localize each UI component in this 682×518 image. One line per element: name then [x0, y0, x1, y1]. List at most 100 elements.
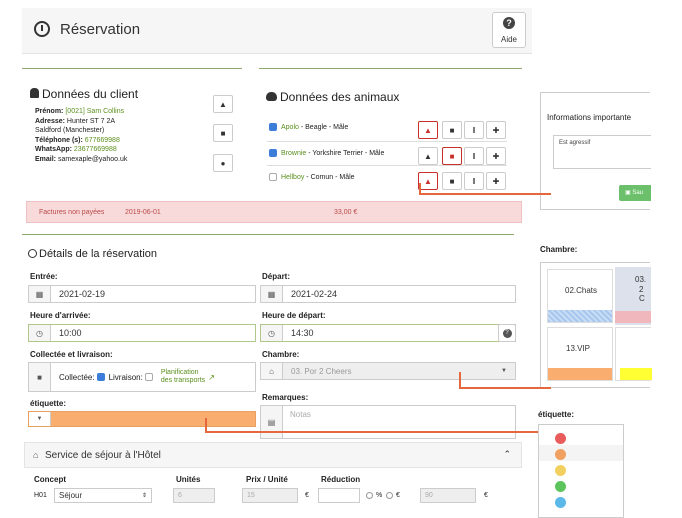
- client-info: Prénom: [0021] Sam Collins Adresse: Hunt…: [35, 107, 127, 164]
- chambre-label: Chambre:: [262, 350, 300, 359]
- planif-line2: des transports: [160, 377, 206, 384]
- client-email: samexaple@yahoo.uk: [57, 155, 128, 163]
- info-text: Est agressif: [559, 140, 591, 146]
- collectee-label: Collectée:: [59, 372, 95, 382]
- etiquette-select[interactable]: ▼: [28, 411, 256, 427]
- service-header[interactable]: ⌂ Service de séjour à l'Hôtel ⌃: [24, 442, 522, 468]
- arrivee-input[interactable]: ◷ 10:00: [28, 324, 256, 342]
- adresse-label: Adresse:: [35, 117, 65, 125]
- planif-line1: Planification: [160, 369, 199, 376]
- price-input[interactable]: 15: [242, 488, 298, 503]
- connector-line: [205, 418, 207, 432]
- total-input[interactable]: 90: [420, 488, 476, 503]
- remarques-textarea[interactable]: ▤ Notas: [260, 405, 516, 439]
- chevron-up-icon[interactable]: ⌃: [503, 449, 511, 460]
- warning-icon: ▲: [424, 125, 432, 135]
- help-button[interactable]: ? Aide: [492, 12, 526, 48]
- planif-link[interactable]: Planification des transports: [161, 369, 205, 385]
- row-code: H01: [34, 492, 47, 499]
- rooms-grid: 02.Chats 03. 2 C 13.VIP: [540, 262, 652, 388]
- collectee-checkbox[interactable]: [96, 373, 105, 381]
- reduction-input[interactable]: [318, 488, 360, 503]
- info-title: Informations importante: [547, 113, 632, 122]
- animal-warning-button[interactable]: ▲: [418, 121, 438, 139]
- client-location-button[interactable]: ●: [213, 154, 233, 172]
- room-name: 03.: [635, 275, 647, 284]
- units-input[interactable]: 6: [173, 488, 215, 503]
- total-currency: €: [484, 492, 488, 499]
- livraison-checkbox[interactable]: [144, 373, 153, 381]
- room-cell[interactable]: 13.VIP: [547, 327, 613, 381]
- heure-depart-input[interactable]: ◷ 14:30: [260, 324, 516, 342]
- animal-name[interactable]: Hellboy: [281, 174, 304, 181]
- details-divider: [22, 234, 514, 235]
- client-warning-button[interactable]: ▲: [213, 95, 233, 113]
- animal-name[interactable]: Brownie: [281, 150, 306, 157]
- room-cell[interactable]: 03. 2 C: [615, 267, 651, 325]
- warning-icon: ▲: [424, 151, 432, 161]
- animal-checkbox[interactable]: [269, 123, 277, 131]
- animal-photo-button[interactable]: ■: [442, 147, 462, 165]
- invoice-date: 2019-06-01: [125, 209, 161, 216]
- service-title: Service de séjour à l'Hôtel: [45, 450, 161, 461]
- invoice-amount: 33,00 €: [334, 209, 358, 216]
- client-transport-button[interactable]: ■: [213, 124, 233, 142]
- clock-hand: [41, 25, 43, 31]
- user-icon: [30, 88, 39, 98]
- tag-color-red[interactable]: [555, 433, 566, 444]
- tag-color-orange[interactable]: [555, 449, 566, 460]
- animal-health-button[interactable]: ✚: [486, 121, 506, 139]
- animal-desc: - Beagle - Mâle: [298, 123, 349, 131]
- unpaid-invoices-bar[interactable]: Factures non payées 2019-06-01 33,00 €: [26, 201, 522, 223]
- important-info-panel: Informations importante Est agressif ▣ S…: [540, 92, 651, 210]
- client-city: Saldford (Manchester): [35, 127, 105, 134]
- tel-label: Téléphone (s):: [35, 136, 83, 144]
- info-textarea[interactable]: Est agressif: [553, 135, 651, 169]
- animal-food-button[interactable]: ǁ: [464, 147, 484, 165]
- client-title-text: Données du client: [42, 87, 139, 101]
- reduction-eur-radio[interactable]: [386, 492, 393, 499]
- client-title: Données du client: [30, 87, 138, 101]
- col-reduction: Réduction: [321, 475, 361, 484]
- depart-input[interactable]: ▦ 2021-02-24: [260, 285, 516, 303]
- connector-line: [419, 193, 551, 195]
- time-help-button[interactable]: ?: [498, 324, 516, 342]
- chambre-select[interactable]: ⌂ 03. Por 2 Cheers ▼: [260, 362, 516, 380]
- room-tag-stripe: [615, 311, 651, 323]
- details-title-text: Détails de la réservation: [39, 248, 158, 260]
- entree-input[interactable]: ▦ 2021-02-19: [28, 285, 256, 303]
- remarques-label: Remarques:: [262, 393, 309, 402]
- animal-warning-button[interactable]: ▲: [418, 172, 438, 190]
- heure-depart-value: 14:30: [291, 328, 314, 338]
- save-button[interactable]: ▣ Sau: [619, 185, 651, 201]
- animal-food-button[interactable]: ǁ: [464, 121, 484, 139]
- side-etiquette-label: étiquette:: [538, 410, 574, 419]
- tag-color-yellow[interactable]: [555, 465, 566, 476]
- concept-select[interactable]: Séjour ⇕: [54, 488, 152, 503]
- reduction-pct-radio[interactable]: [366, 492, 373, 499]
- wa-label: WhatsApp:: [35, 146, 72, 153]
- animal-checkbox[interactable]: [269, 173, 277, 181]
- animal-food-button[interactable]: ǁ: [464, 172, 484, 190]
- animal-photo-button[interactable]: ■: [442, 172, 462, 190]
- tag-color-blue[interactable]: [555, 497, 566, 508]
- room-cell[interactable]: 02.Chats: [547, 269, 613, 323]
- animal-health-button[interactable]: ✚: [486, 172, 506, 190]
- animal-photo-button[interactable]: ■: [442, 121, 462, 139]
- tag-color-green[interactable]: [555, 481, 566, 492]
- collecte-label: Collectée et livraison:: [30, 350, 113, 359]
- cutlery-icon: ǁ: [472, 125, 476, 135]
- client-whatsapp[interactable]: 23677669988: [74, 146, 117, 153]
- animal-name[interactable]: Apolo: [281, 124, 299, 131]
- animal-health-button[interactable]: ✚: [486, 147, 506, 165]
- client-phone[interactable]: 677669988: [85, 137, 120, 144]
- connector-line: [459, 372, 461, 388]
- animal-warning-button[interactable]: ▲: [418, 147, 438, 165]
- client-name[interactable]: [0021] Sam Collins: [65, 108, 124, 115]
- animal-checkbox[interactable]: [269, 149, 277, 157]
- room-cell[interactable]: [615, 327, 652, 381]
- room-name: 02.Chats: [565, 286, 598, 295]
- tag-option[interactable]: [539, 445, 623, 461]
- entree-value: 2021-02-19: [59, 289, 106, 299]
- clock-icon: ◷: [29, 325, 51, 341]
